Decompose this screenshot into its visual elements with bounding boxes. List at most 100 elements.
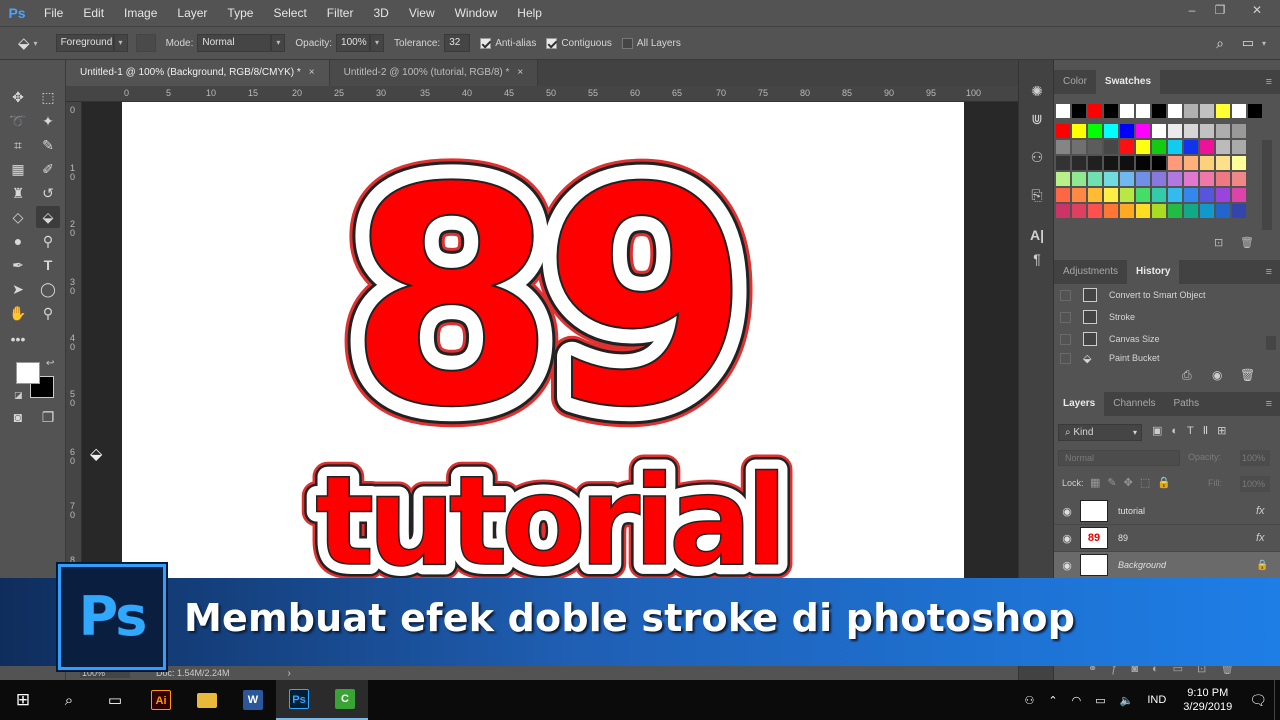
network-icon[interactable]: ◠ xyxy=(1065,694,1089,707)
swatch[interactable] xyxy=(1088,172,1102,186)
menu-select[interactable]: Select xyxy=(263,0,316,26)
panel-menu-icon[interactable]: ≡ xyxy=(1266,260,1272,284)
close-tab-icon[interactable]: × xyxy=(517,67,523,78)
delete-swatch-icon[interactable]: 🗑 xyxy=(1240,236,1254,249)
swatch[interactable] xyxy=(1184,172,1198,186)
task-view-icon[interactable]: ▭ xyxy=(92,680,138,720)
eraser-tool-icon[interactable]: ◇ xyxy=(6,206,30,228)
layer-effects-icon[interactable]: fx xyxy=(1256,505,1280,517)
clone-stamp-tool-icon[interactable]: ♜ xyxy=(6,182,30,204)
layer-row-background[interactable]: ◉ Background 🔒 xyxy=(1054,552,1280,579)
notifications-icon[interactable]: 🗨 xyxy=(1242,692,1274,709)
swatch[interactable] xyxy=(1152,140,1166,154)
history-item[interactable]: Canvas Size xyxy=(1054,328,1266,350)
panel-menu-icon[interactable]: ≡ xyxy=(1266,70,1272,94)
swatch[interactable] xyxy=(1216,204,1230,218)
delete-state-icon[interactable]: 🗑 xyxy=(1240,368,1255,382)
windows-start-icon[interactable]: ⊞ xyxy=(0,680,46,720)
history-item[interactable]: Convert to Smart Object xyxy=(1054,284,1266,306)
swatch[interactable] xyxy=(1072,124,1086,138)
swatch[interactable] xyxy=(1200,188,1214,202)
swatch[interactable] xyxy=(1120,204,1134,218)
paragraph-icon[interactable]: ¶ xyxy=(1025,248,1049,270)
swatch[interactable] xyxy=(1184,156,1198,170)
swatch[interactable] xyxy=(1216,172,1230,186)
chevron-down-icon[interactable]: ▾ xyxy=(34,39,38,48)
taskbar-app-word[interactable]: W xyxy=(230,680,276,720)
menu-help[interactable]: Help xyxy=(507,0,552,26)
swatch[interactable] xyxy=(1184,140,1198,154)
clock[interactable]: 9:10 PM 3/29/2019 xyxy=(1173,686,1242,714)
tab-channels[interactable]: Channels xyxy=(1104,392,1164,416)
swatch[interactable] xyxy=(1168,124,1182,138)
swatch[interactable] xyxy=(1168,172,1182,186)
move-tool-icon[interactable]: ✥ xyxy=(6,86,30,108)
mode-select[interactable]: Normal xyxy=(197,34,272,52)
swatches-scrollbar[interactable] xyxy=(1262,140,1272,230)
history-item[interactable]: Stroke xyxy=(1054,306,1266,328)
swatch[interactable] xyxy=(1152,204,1166,218)
document-canvas[interactable]: 89 89 89 89 tutorial tutorial tutorial t… xyxy=(122,102,964,578)
swatch[interactable] xyxy=(1200,124,1214,138)
swatch[interactable] xyxy=(1136,188,1150,202)
swatch[interactable] xyxy=(1104,156,1118,170)
menu-image[interactable]: Image xyxy=(114,0,167,26)
close-tab-icon[interactable]: × xyxy=(309,67,315,78)
swatch[interactable] xyxy=(1168,188,1182,202)
swatch[interactable] xyxy=(1216,104,1230,118)
swatch[interactable] xyxy=(1136,156,1150,170)
properties-icon[interactable]: ⎘ xyxy=(1025,184,1049,206)
clone-source-icon[interactable]: ⚇ xyxy=(1025,146,1049,168)
swatch[interactable] xyxy=(1200,156,1214,170)
swatch[interactable] xyxy=(1152,188,1166,202)
history-brush-tool-icon[interactable]: ↺ xyxy=(36,182,60,204)
swatch[interactable] xyxy=(1072,172,1086,186)
show-hidden-icons-icon[interactable]: ⌃ xyxy=(1041,694,1064,707)
minimize-button[interactable]: – xyxy=(1178,0,1206,20)
panel-menu-icon[interactable]: ≡ xyxy=(1266,392,1272,416)
swatch[interactable] xyxy=(1056,204,1070,218)
tab-color[interactable]: Color xyxy=(1054,70,1096,94)
swatch[interactable] xyxy=(1104,140,1118,154)
swatch[interactable] xyxy=(1056,156,1070,170)
swatch[interactable] xyxy=(1184,188,1198,202)
swatch[interactable] xyxy=(1184,204,1198,218)
tab-swatches[interactable]: Swatches xyxy=(1095,70,1161,94)
new-snapshot-icon[interactable]: ◉ xyxy=(1212,368,1222,382)
path-selection-tool-icon[interactable]: ➤ xyxy=(6,278,30,300)
swatch[interactable] xyxy=(1120,156,1134,170)
lock-icons[interactable]: ▦✎✥⬚🔒 xyxy=(1090,476,1178,489)
battery-icon[interactable]: ▭ xyxy=(1088,694,1112,707)
all-layers-checkbox[interactable] xyxy=(621,37,633,49)
mode-dropdown[interactable]: ▾ xyxy=(271,34,286,52)
tab-untitled-2[interactable]: Untitled-2 @ 100% (tutorial, RGB/8) * × xyxy=(329,60,539,86)
menu-layer[interactable]: Layer xyxy=(167,0,217,26)
menu-3d[interactable]: 3D xyxy=(363,0,398,26)
swatch[interactable] xyxy=(1152,172,1166,186)
visibility-eye-icon[interactable]: ◉ xyxy=(1054,559,1080,572)
magic-wand-tool-icon[interactable]: ✦ xyxy=(36,110,60,132)
swatch[interactable] xyxy=(1072,104,1086,118)
tab-paths[interactable]: Paths xyxy=(1165,392,1209,416)
swatch[interactable] xyxy=(1056,140,1070,154)
swatch[interactable] xyxy=(1248,104,1262,118)
menu-type[interactable]: Type xyxy=(217,0,263,26)
chevron-right-icon[interactable]: › xyxy=(288,668,291,679)
swatch[interactable] xyxy=(1088,124,1102,138)
swatch[interactable] xyxy=(1168,140,1182,154)
eyedropper-tool-icon[interactable]: ✎ xyxy=(36,134,60,156)
volume-icon[interactable]: 🔈 xyxy=(1113,694,1141,707)
tab-history[interactable]: History xyxy=(1127,260,1180,284)
history-item[interactable]: ⬙ Paint Bucket xyxy=(1054,350,1266,366)
paint-bucket-tool-preset-icon[interactable]: ⬙ xyxy=(18,34,30,52)
swatch[interactable] xyxy=(1088,140,1102,154)
swatch[interactable] xyxy=(1104,104,1118,118)
taskbar-app-camtasia[interactable]: C xyxy=(322,680,368,720)
swatch[interactable] xyxy=(1120,172,1134,186)
swatch[interactable] xyxy=(1200,104,1214,118)
search-icon[interactable]: ⌕ xyxy=(46,680,92,720)
pen-tool-icon[interactable]: ✒ xyxy=(6,254,30,276)
workspace-icon[interactable]: ▭ xyxy=(1242,35,1254,51)
swatch[interactable] xyxy=(1120,140,1134,154)
swatch[interactable] xyxy=(1152,124,1166,138)
